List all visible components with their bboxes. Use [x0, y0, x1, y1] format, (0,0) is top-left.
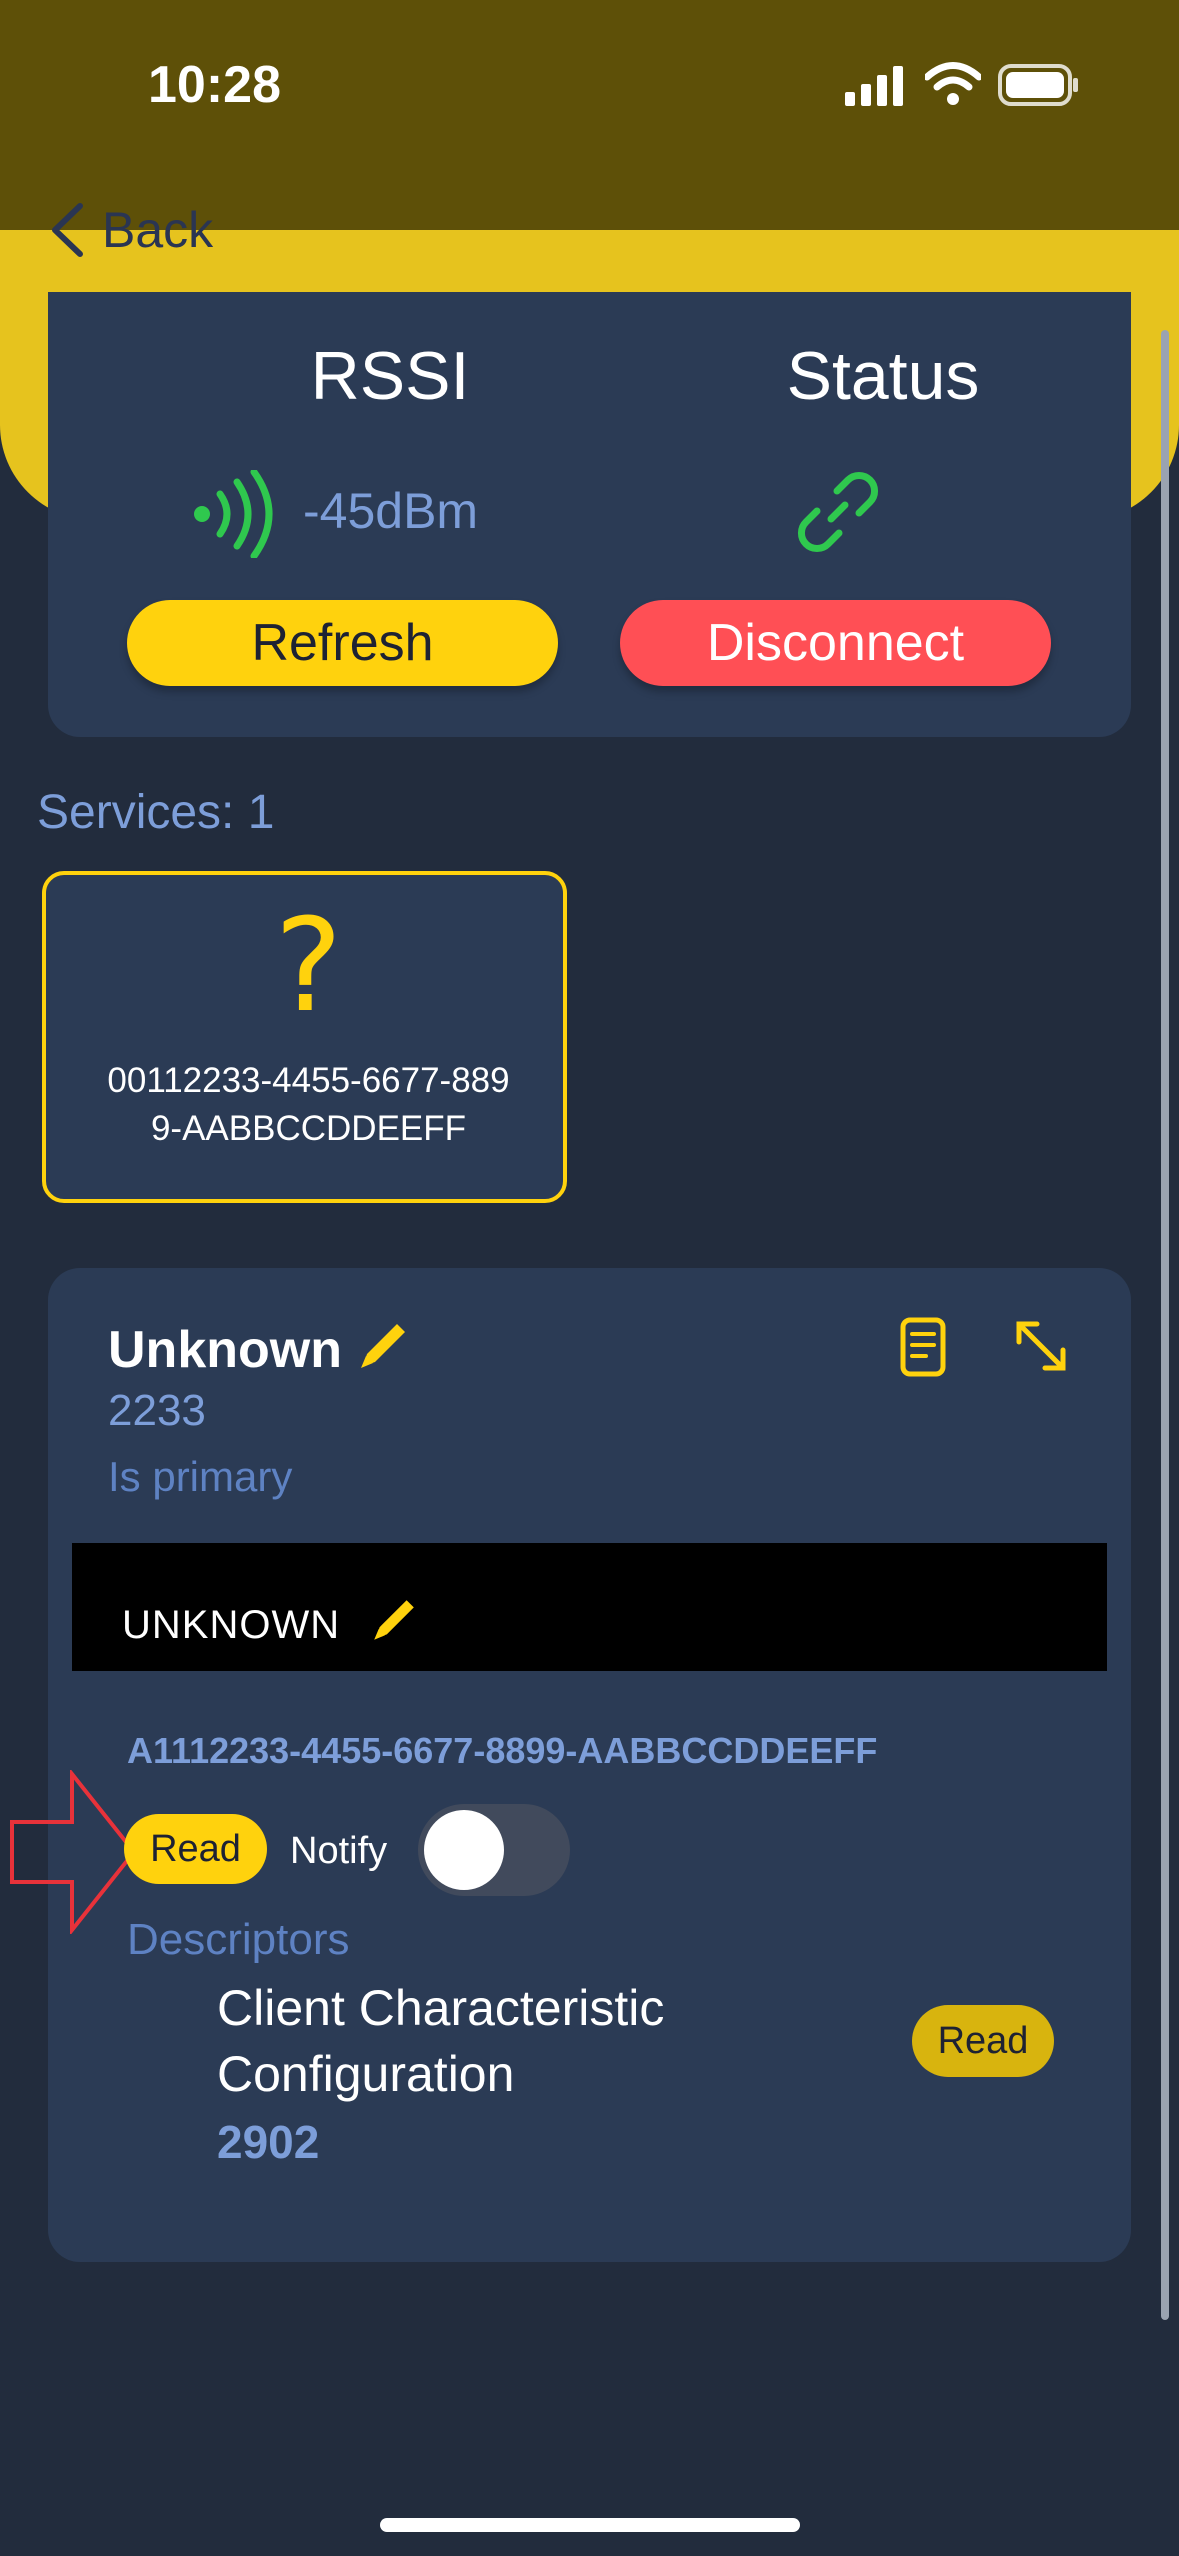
annotation-arrow-icon [8, 1768, 138, 1939]
notify-label: Notify [290, 1830, 388, 1872]
edit-service-name-pencil-icon[interactable] [353, 1316, 413, 1381]
service-uuid-line-1: 00112233-4455-6677-889 [107, 1061, 510, 1100]
back-button[interactable]: Back [50, 195, 213, 265]
descriptor-uuid: 2902 [217, 2116, 320, 2168]
back-label: Back [102, 202, 214, 258]
toggle-knob [424, 1810, 504, 1890]
read-button[interactable]: Read [124, 1814, 267, 1884]
descriptor-name: Client Characteristic Configuration [217, 1975, 777, 2107]
scrollbar[interactable] [1161, 330, 1169, 2320]
descriptors-label: Descriptors [127, 1915, 350, 1964]
descriptor-name-line-2: Configuration [217, 2046, 515, 2102]
is-primary-label: Is primary [108, 1453, 293, 1500]
battery-icon [998, 64, 1080, 111]
chevron-left-icon [52, 203, 83, 257]
service-short-uuid: 2233 [108, 1386, 206, 1435]
services-count: Services: 1 [37, 786, 275, 839]
rssi-value: -45dBm [303, 483, 479, 539]
notify-toggle[interactable] [418, 1804, 570, 1896]
link-icon [793, 467, 883, 562]
expand-icon[interactable] [1011, 1316, 1071, 1381]
characteristic-name: UNKNOWN [122, 1603, 341, 1647]
status-time: 10:28 [148, 56, 281, 114]
signal-strength-icon [193, 468, 283, 563]
service-tile[interactable]: ? 00112233-4455-6677-889 9-AABBCCDDEEFF [42, 871, 567, 1203]
question-mark-icon: ? [274, 892, 343, 1041]
status-title: Status [786, 338, 980, 414]
edit-characteristic-pencil-icon[interactable] [367, 1593, 421, 1652]
rssi-title: RSSI [310, 338, 470, 414]
service-name: Unknown [108, 1321, 342, 1379]
descriptor-name-line-1: Client Characteristic [217, 1980, 665, 2036]
home-indicator[interactable] [380, 2518, 800, 2532]
service-uuid-line-2: 9-AABBCCDDEEFF [150, 1109, 467, 1148]
disconnect-button[interactable]: Disconnect [620, 600, 1051, 686]
characteristic-header: UNKNOWN [72, 1543, 1107, 1671]
characteristic-uuid: A1112233-4455-6677-8899-AABBCCDDEEFF [127, 1730, 878, 1771]
refresh-button[interactable]: Refresh [127, 600, 558, 686]
descriptor-read-button[interactable]: Read [912, 2005, 1054, 2077]
wifi-icon [923, 62, 983, 111]
service-uuid: 00112233-4455-6677-889 9-AABBCCDDEEFF [66, 1057, 551, 1153]
cellular-signal-icon [845, 66, 905, 111]
document-icon[interactable] [898, 1316, 948, 1383]
